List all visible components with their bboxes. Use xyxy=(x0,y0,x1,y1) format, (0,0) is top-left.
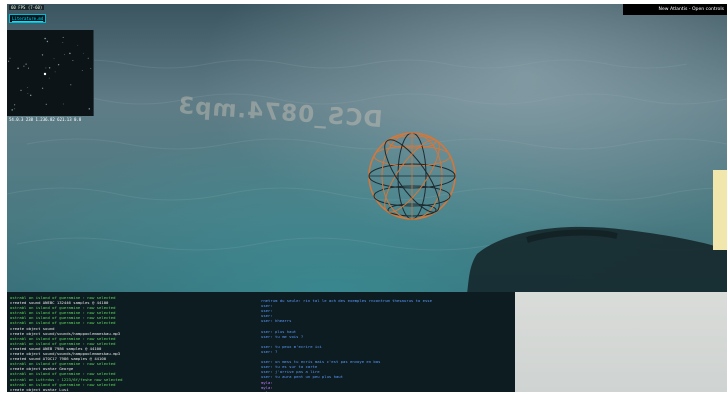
minimap-dot xyxy=(54,71,56,73)
minimap-dot xyxy=(41,54,44,56)
minimap-dot xyxy=(8,60,10,62)
minimap-dot xyxy=(62,36,64,38)
minimap-dot xyxy=(17,67,19,70)
minimap[interactable] xyxy=(7,30,94,116)
chat-log-line: myla: xyxy=(261,390,511,392)
chat-log: rnetrum du seule: rin tal le ach des exe… xyxy=(261,298,511,392)
minimap-dot xyxy=(11,109,13,111)
minimap-dot xyxy=(70,84,72,86)
minimap-dot xyxy=(82,52,84,54)
minimap-dot xyxy=(46,40,49,43)
fps-counter: 60 FPS (7-60) xyxy=(9,5,45,10)
minimap-dot xyxy=(64,54,65,55)
minimap-dot xyxy=(69,52,71,55)
minimap-dot xyxy=(27,93,29,94)
minimap-dot xyxy=(20,89,22,92)
minimap-dot xyxy=(48,67,51,69)
game-viewport[interactable]: DCS_0874.mp3 60 FPS (7-60) Literature.md… xyxy=(7,4,727,392)
distant-object xyxy=(713,170,727,250)
minimap-dot xyxy=(88,108,91,110)
minimap-dot xyxy=(62,41,64,43)
library-link[interactable]: Literature.md xyxy=(9,14,47,23)
minimap-dot xyxy=(45,103,47,105)
minimap-dot xyxy=(27,87,29,88)
minimap-dot xyxy=(77,44,79,46)
minimap-dot xyxy=(90,67,92,69)
event-log: ostrabl on island of gueramine : now sel… xyxy=(10,295,250,392)
minimap-dot xyxy=(45,67,47,69)
minimap-dot xyxy=(87,57,89,59)
minimap-dot xyxy=(23,65,25,67)
minimap-dot xyxy=(63,103,64,105)
minimap-dot xyxy=(48,77,50,79)
minimap-dot xyxy=(41,87,44,89)
minimap-dot xyxy=(27,67,30,69)
minimap-dot xyxy=(57,64,60,66)
side-panel xyxy=(515,292,727,392)
minimap-dot xyxy=(14,108,16,110)
wireframe-sphere xyxy=(368,132,456,220)
coordinates-readout: 54.0.3 238 1.236.82 621.13 0.8 xyxy=(9,117,82,122)
minimap-dot xyxy=(44,37,46,40)
minimap-dot xyxy=(81,70,83,71)
player-marker xyxy=(43,72,47,76)
minimap-dot xyxy=(72,60,74,61)
minimap-dot xyxy=(29,94,32,97)
minimap-dot xyxy=(9,57,11,59)
open-controls-button[interactable]: New Atlantis - Open controls xyxy=(623,4,727,15)
minimap-dot xyxy=(14,104,16,106)
minimap-dot xyxy=(53,58,55,60)
minimap-dot xyxy=(25,63,27,65)
